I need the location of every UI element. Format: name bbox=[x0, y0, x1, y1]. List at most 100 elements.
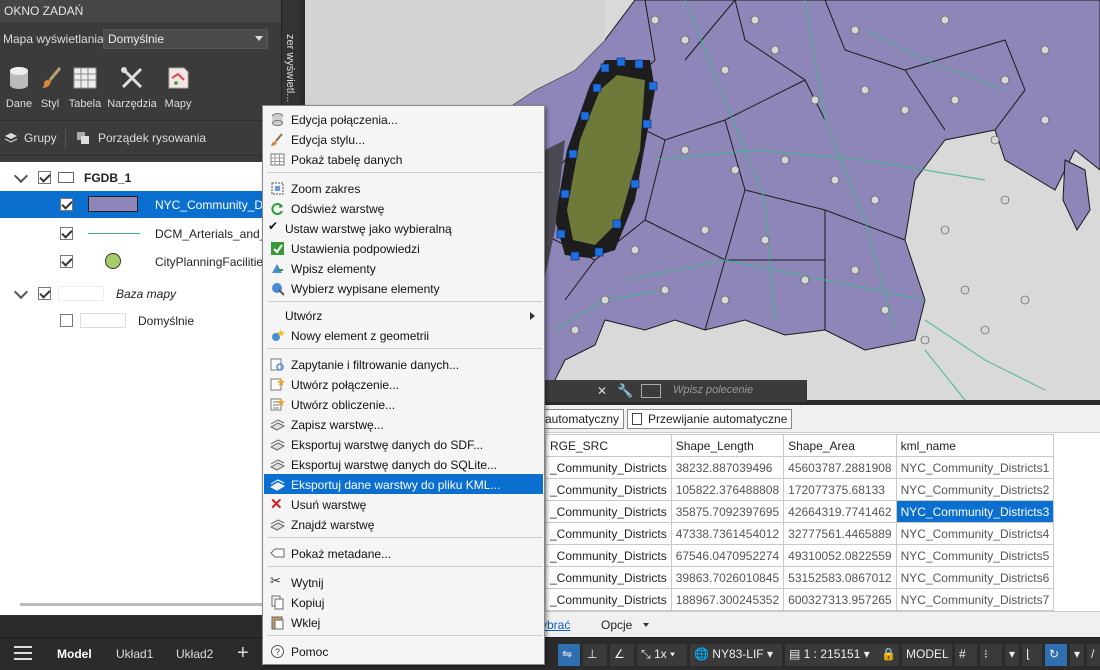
menu-item-edit-style[interactable]: Edycja stylu... bbox=[264, 129, 543, 149]
horizontal-scrollbar[interactable] bbox=[20, 603, 265, 606]
group-visibility-checkbox[interactable] bbox=[38, 171, 51, 184]
chevron-down-icon[interactable]: ▾ bbox=[1070, 644, 1084, 666]
draw-order-button[interactable]: Porządek rysowania bbox=[98, 131, 206, 145]
options-dropdown-icon[interactable] bbox=[643, 623, 649, 627]
menu-item-zoom-extent[interactable]: Zoom zakres bbox=[264, 178, 543, 198]
tools-button[interactable]: Narzędzia bbox=[107, 64, 157, 110]
table-cell[interactable]: NYC_Community_Districts1 bbox=[895, 456, 1055, 479]
hamburger-menu-icon[interactable] bbox=[14, 646, 32, 660]
table-cell[interactable]: _Community_Districts bbox=[545, 478, 672, 501]
tree-layer-community-districts[interactable]: NYC_Community_D bbox=[0, 191, 281, 218]
table-cell[interactable]: 188967.300245352 bbox=[670, 588, 785, 611]
space-toggle[interactable]: MODEL bbox=[902, 644, 952, 666]
table-row[interactable]: _Community_Districts 47338.7361454012 32… bbox=[545, 522, 1055, 545]
menu-item-save-layer[interactable]: Zapisz warstwę... bbox=[264, 414, 543, 434]
menu-item-show-data-table[interactable]: Pokaż tabelę danych bbox=[264, 149, 543, 169]
chevron-down-icon[interactable]: ▾ bbox=[1005, 644, 1019, 666]
table-cell[interactable]: NYC_Community_Districts4 bbox=[895, 522, 1055, 545]
table-cell[interactable]: 45603787.2881908 bbox=[783, 456, 897, 479]
menu-item-create-calculation[interactable]: Utwórz obliczenie... bbox=[264, 394, 543, 414]
table-cell[interactable]: NYC_Community_Districts6 bbox=[895, 566, 1055, 589]
polar-tracking-icon[interactable]: ↻ bbox=[1045, 644, 1067, 666]
table-cell[interactable]: 53152583.0867012 bbox=[783, 566, 897, 589]
table-cell[interactable]: 38232.887039496 bbox=[670, 456, 785, 479]
grid-icon[interactable]: # bbox=[955, 644, 977, 666]
menu-item-find-layer[interactable]: Znajdź warstwę bbox=[264, 514, 543, 534]
auto-pan-button[interactable]: Przewijanie automatyczne bbox=[627, 409, 793, 429]
coordinate-system[interactable]: 🌐 NY83-LIF ▾ bbox=[690, 644, 782, 666]
table-row[interactable]: _Community_Districts 67546.0470952274 49… bbox=[545, 544, 1055, 567]
polar-icon[interactable]: ∠ bbox=[610, 644, 634, 666]
table-cell[interactable]: NYC_Community_Districts2 bbox=[895, 478, 1055, 501]
menu-item-copy[interactable]: Kopiuj bbox=[264, 592, 543, 612]
layer-visibility-checkbox[interactable] bbox=[60, 227, 73, 240]
layer-visibility-checkbox[interactable] bbox=[60, 255, 73, 268]
ortho-icon[interactable]: ⌊ bbox=[1022, 644, 1042, 666]
tree-layer-facilities[interactable]: CityPlanningFacilitie bbox=[0, 248, 281, 275]
add-layout-icon[interactable]: + bbox=[237, 642, 249, 665]
table-row[interactable]: _Community_Districts 188967.300245352 60… bbox=[545, 588, 1055, 611]
tab-layout1[interactable]: Układ1 bbox=[116, 647, 153, 661]
menu-item-select-checked-out[interactable]: Wybierz wypisane elementy bbox=[264, 278, 543, 298]
grid-snap-icon[interactable]: ⊥ bbox=[583, 644, 607, 666]
table-cell[interactable]: 600327313.957265 bbox=[783, 588, 897, 611]
map-view-select[interactable]: Domyślnie bbox=[103, 29, 268, 49]
table-row[interactable]: _Community_Districts 35875.7092397695 42… bbox=[545, 500, 1055, 523]
table-cell[interactable]: NYC_Community_Districts5 bbox=[895, 544, 1055, 567]
table-row[interactable]: _Community_Districts 39863.7026010845 53… bbox=[545, 566, 1055, 589]
tab-layout2[interactable]: Układ2 bbox=[176, 647, 213, 661]
column-header[interactable]: kml_name bbox=[895, 434, 1055, 457]
maps-button[interactable]: Mapy bbox=[163, 64, 193, 110]
table-cell[interactable]: 39863.7026010845 bbox=[670, 566, 785, 589]
menu-item-help[interactable]: ? Pomoc bbox=[264, 641, 543, 661]
menu-item-create[interactable]: Utwórz bbox=[264, 305, 543, 325]
auto-button[interactable]: automatyczny bbox=[541, 409, 625, 429]
menu-item-remove-layer[interactable]: ✕ Usuń warstwę bbox=[264, 494, 543, 514]
table-cell[interactable]: _Community_Districts bbox=[545, 544, 672, 567]
table-button[interactable]: Tabela bbox=[67, 64, 103, 110]
data-button[interactable]: Dane bbox=[5, 64, 33, 110]
table-cell[interactable]: _Community_Districts bbox=[545, 522, 672, 545]
tree-group-basemap[interactable]: Baza mapy bbox=[0, 280, 281, 307]
table-cell[interactable]: _Community_Districts bbox=[545, 566, 672, 589]
snap-icon[interactable]: ⇋ bbox=[558, 644, 580, 666]
select-link[interactable]: ybrać bbox=[541, 618, 570, 632]
chevron-down-icon[interactable] bbox=[13, 168, 29, 184]
menu-item-tooltip-settings[interactable]: Ustawienia podpowiedzi bbox=[264, 238, 543, 258]
menu-item-show-metadata[interactable]: Pokaż metadane... bbox=[264, 543, 543, 563]
table-cell[interactable]: 67546.0470952274 bbox=[670, 544, 785, 567]
command-line[interactable]: ✕ 🔧 Wpisz polecenie bbox=[545, 380, 807, 402]
options-button[interactable]: Opcje bbox=[601, 618, 632, 632]
table-cell[interactable]: _Community_Districts bbox=[545, 588, 672, 611]
table-cell[interactable]: NYC_Community_Districts7 bbox=[895, 588, 1055, 611]
style-button[interactable]: Styl bbox=[38, 64, 62, 110]
table-cell[interactable]: 49310052.0822559 bbox=[783, 544, 897, 567]
column-header[interactable]: Shape_Area bbox=[783, 434, 897, 457]
table-cell[interactable]: 105822.376488808 bbox=[670, 478, 785, 501]
menu-item-paste[interactable]: Wklej bbox=[264, 612, 543, 632]
menu-item-query-filter[interactable]: Zapytanie i filtrowanie danych... bbox=[264, 354, 543, 374]
chevron-down-icon[interactable] bbox=[13, 284, 29, 300]
tree-layer-default[interactable]: Domyślnie bbox=[0, 307, 281, 334]
menu-item-new-feature-from-geometry[interactable]: Nowy element z geometrii bbox=[264, 325, 543, 345]
tree-layer-arterials[interactable]: DCM_Arterials_and_I bbox=[0, 220, 281, 247]
snap-grid-icon[interactable]: ⁝ bbox=[980, 644, 1002, 666]
isodraft-icon[interactable]: / bbox=[1087, 644, 1100, 666]
menu-item-check-in[interactable]: Wpisz elementy bbox=[264, 258, 543, 278]
layer-visibility-checkbox[interactable] bbox=[60, 198, 73, 211]
menu-item-export-kml[interactable]: Eksportuj dane warstwy do pliku KML... bbox=[264, 474, 543, 494]
menu-item-export-sqlite[interactable]: Eksportuj warstwę danych do SQLite... bbox=[264, 454, 543, 474]
command-prompt-icon[interactable] bbox=[641, 384, 661, 398]
tab-model[interactable]: Model bbox=[57, 647, 92, 661]
menu-item-create-join[interactable]: Utwórz połączenie... bbox=[264, 374, 543, 394]
lock-icon[interactable]: 🔒 bbox=[877, 644, 899, 666]
menu-item-export-sdf[interactable]: Eksportuj warstwę danych do SDF... bbox=[264, 434, 543, 454]
menu-item-refresh-layer[interactable]: Odśwież warstwę bbox=[264, 198, 543, 218]
column-header[interactable]: RGE_SRC bbox=[545, 434, 672, 457]
table-cell[interactable]: 35875.7092397695 bbox=[670, 500, 785, 523]
table-cell[interactable]: _Community_Districts bbox=[545, 456, 672, 479]
groups-button[interactable]: Grupy bbox=[24, 131, 57, 145]
command-input[interactable]: Wpisz polecenie bbox=[673, 384, 753, 396]
table-cell[interactable]: _Community_Districts bbox=[545, 500, 672, 523]
tree-group-fgdb[interactable]: FGDB_1 bbox=[0, 164, 281, 191]
